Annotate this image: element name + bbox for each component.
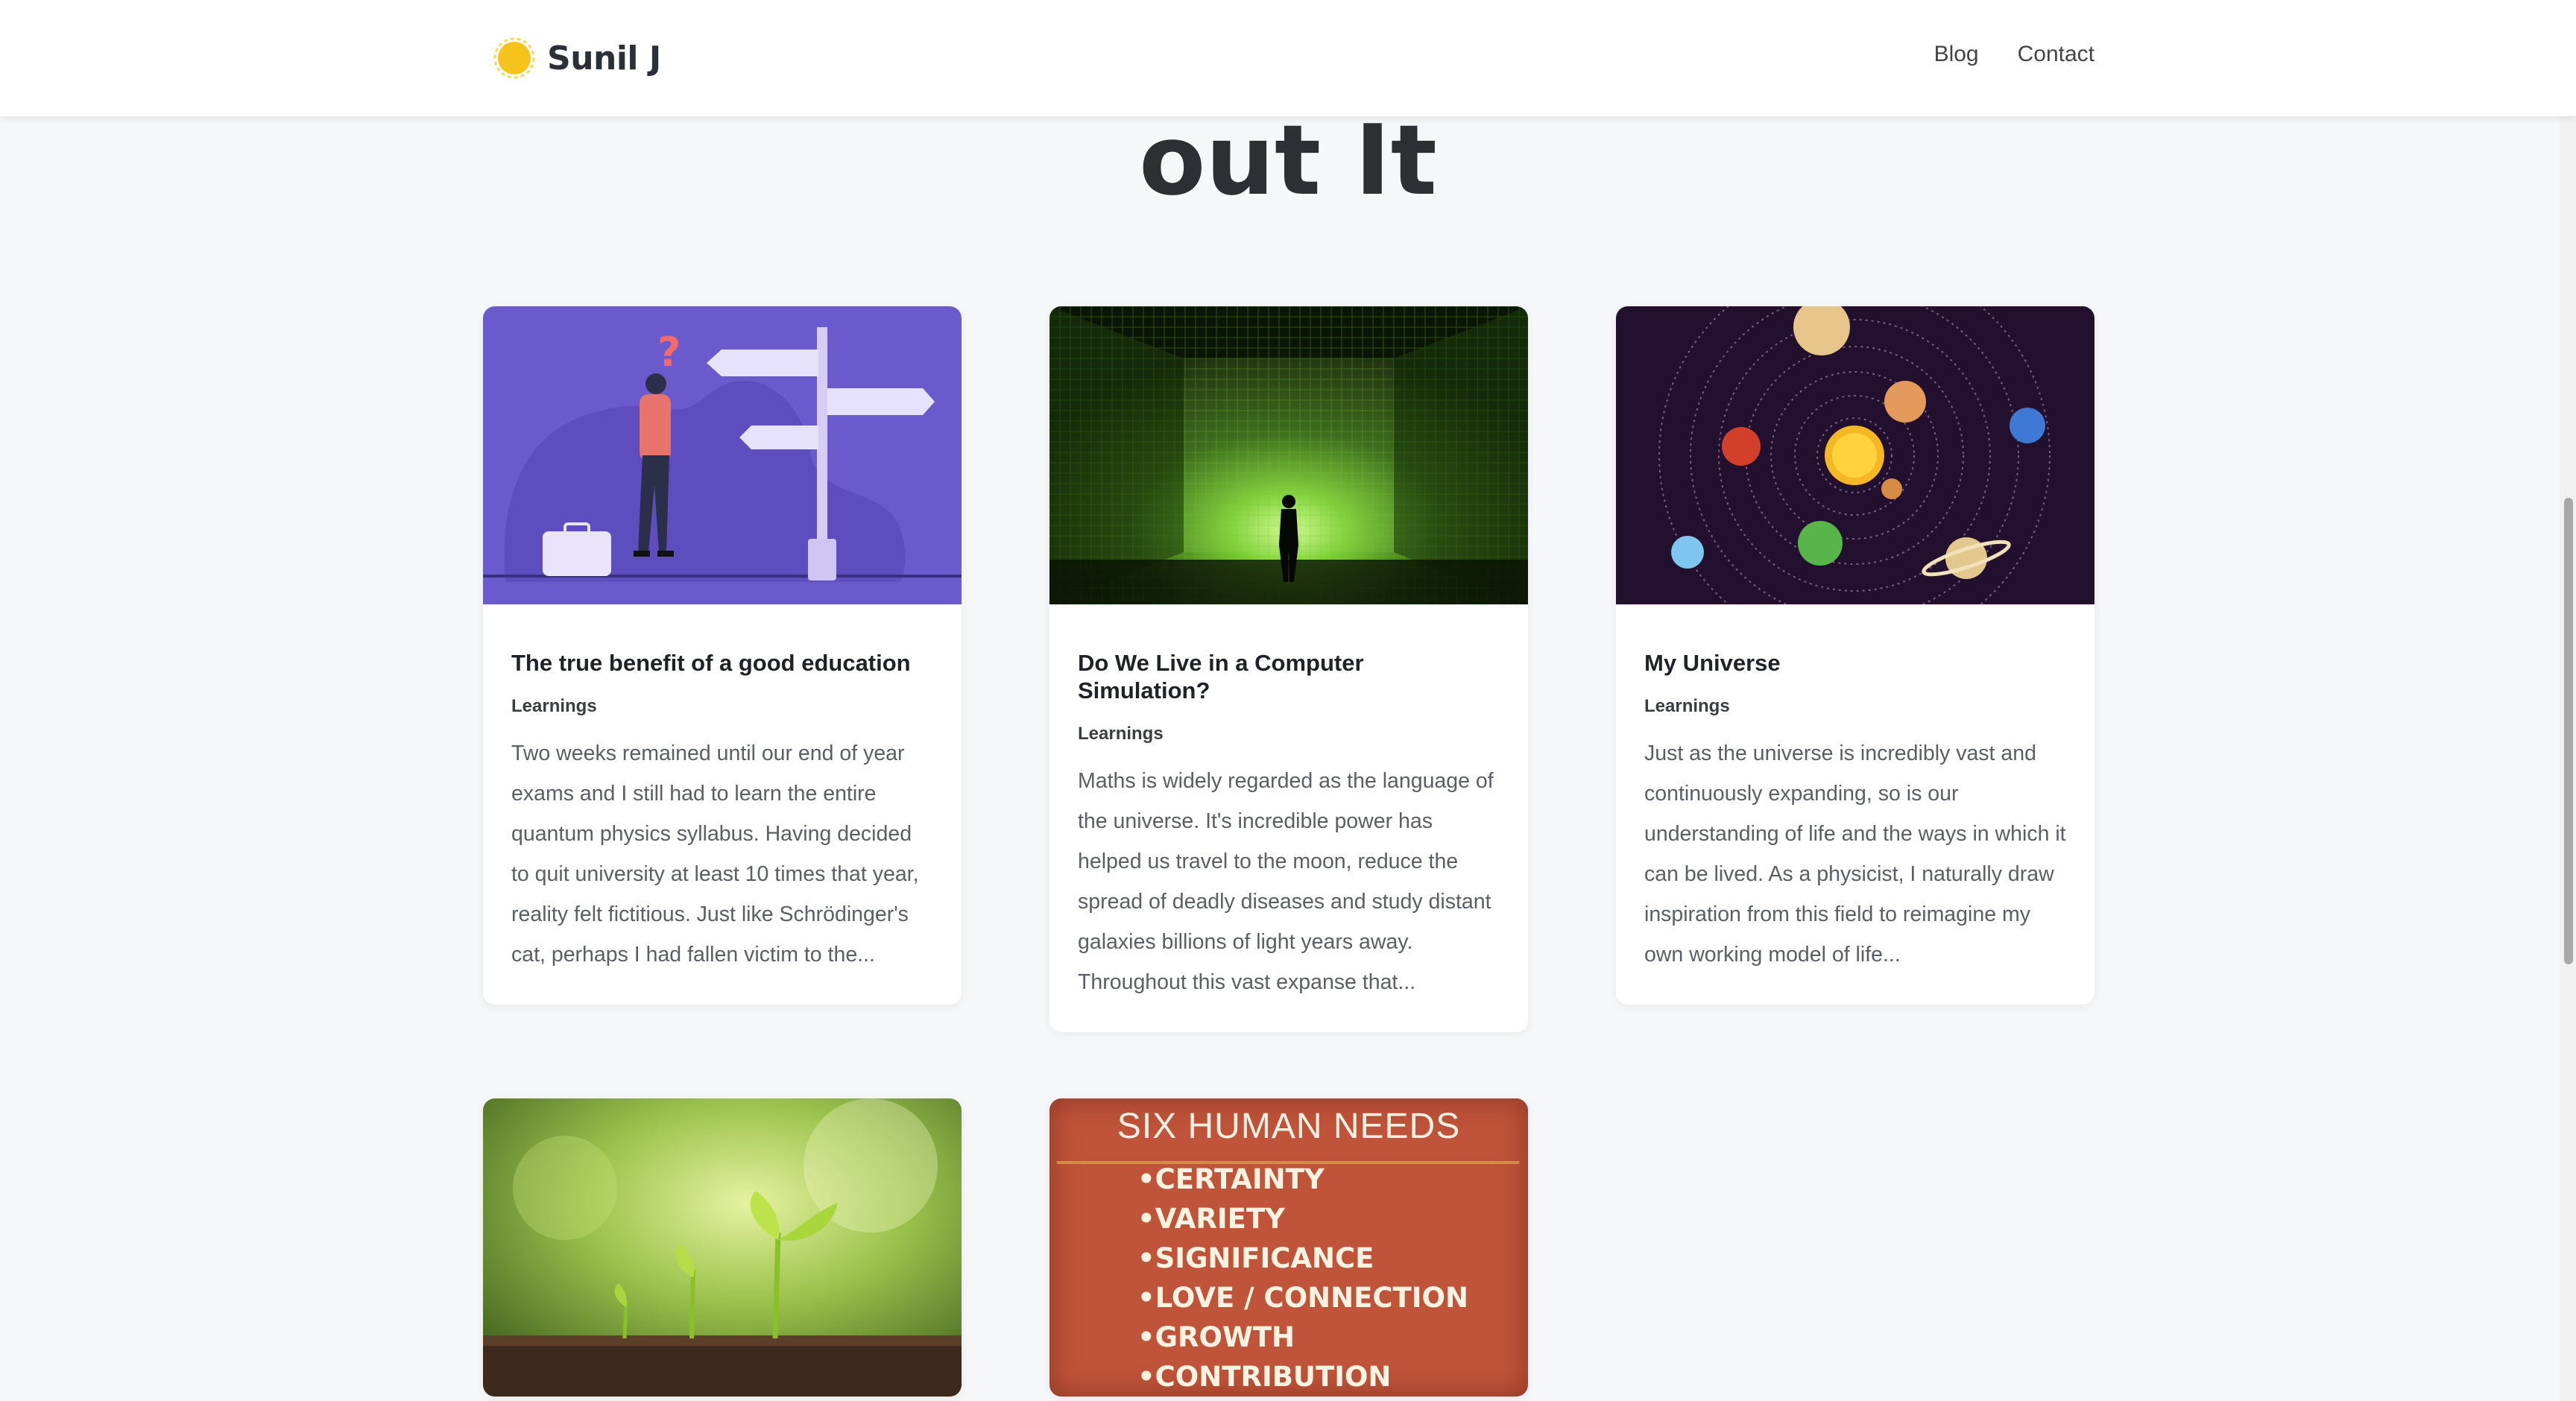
sprouts-image: [483, 1098, 962, 1397]
post-title[interactable]: Do We Live in a Computer Simulation?: [1078, 649, 1500, 704]
post-category[interactable]: Learnings: [511, 696, 933, 717]
need-item: •CONTRIBUTION: [1137, 1361, 1392, 1393]
post-excerpt: Two weeks remained until our end of year…: [511, 741, 919, 967]
nav-contact-link[interactable]: Contact: [2018, 42, 2094, 67]
page-scrollbar[interactable]: [2560, 0, 2576, 1401]
post-title[interactable]: My Universe: [1644, 649, 2066, 677]
need-item: •VARIETY: [1137, 1203, 1285, 1235]
nav-blog-link[interactable]: Blog: [1934, 42, 1979, 67]
site-name: Sunil J: [547, 39, 661, 78]
post-card[interactable]: Do We Live in a Computer Simulation? Lea…: [1049, 306, 1528, 1033]
sun-icon: [493, 37, 535, 79]
needs-heading: SIX HUMAN NEEDS: [1117, 1107, 1461, 1146]
education-illustration: ?: [483, 306, 962, 604]
site-logo[interactable]: Sunil J: [493, 34, 661, 82]
post-card[interactable]: SIX HUMAN NEEDS •CERTAINTY •VARIETY •SIG…: [1049, 1098, 1528, 1397]
post-title[interactable]: The true benefit of a good education: [511, 649, 933, 677]
post-category[interactable]: Learnings: [1078, 724, 1500, 744]
scrollbar-thumb[interactable]: [2564, 498, 2573, 964]
need-item: •LOVE / CONNECTION: [1137, 1282, 1468, 1314]
main-nav: Blog Contact: [1895, 42, 2094, 67]
need-item: •GROWTH: [1137, 1321, 1295, 1353]
site-header: Sunil J Blog Contact: [0, 0, 2576, 116]
page-heading: out It: [1139, 104, 1437, 217]
solar-system-image: [1616, 306, 2094, 604]
simulation-image: [1049, 306, 1528, 604]
six-human-needs-image: SIX HUMAN NEEDS •CERTAINTY •VARIETY •SIG…: [1049, 1098, 1528, 1397]
post-excerpt: Maths is widely regarded as the language…: [1078, 769, 1494, 995]
svg-text:?: ?: [657, 329, 681, 376]
post-excerpt: Just as the universe is incredibly vast …: [1644, 741, 2066, 967]
post-card[interactable]: My Universe Learnings Just as the univer…: [1616, 306, 2094, 1005]
post-card[interactable]: ? The true benefit of a good education L…: [483, 306, 962, 1005]
need-item: •SIGNIFICANCE: [1137, 1242, 1374, 1274]
post-card[interactable]: [483, 1098, 962, 1397]
post-category[interactable]: Learnings: [1644, 696, 2066, 717]
need-item: •CERTAINTY: [1137, 1163, 1325, 1195]
